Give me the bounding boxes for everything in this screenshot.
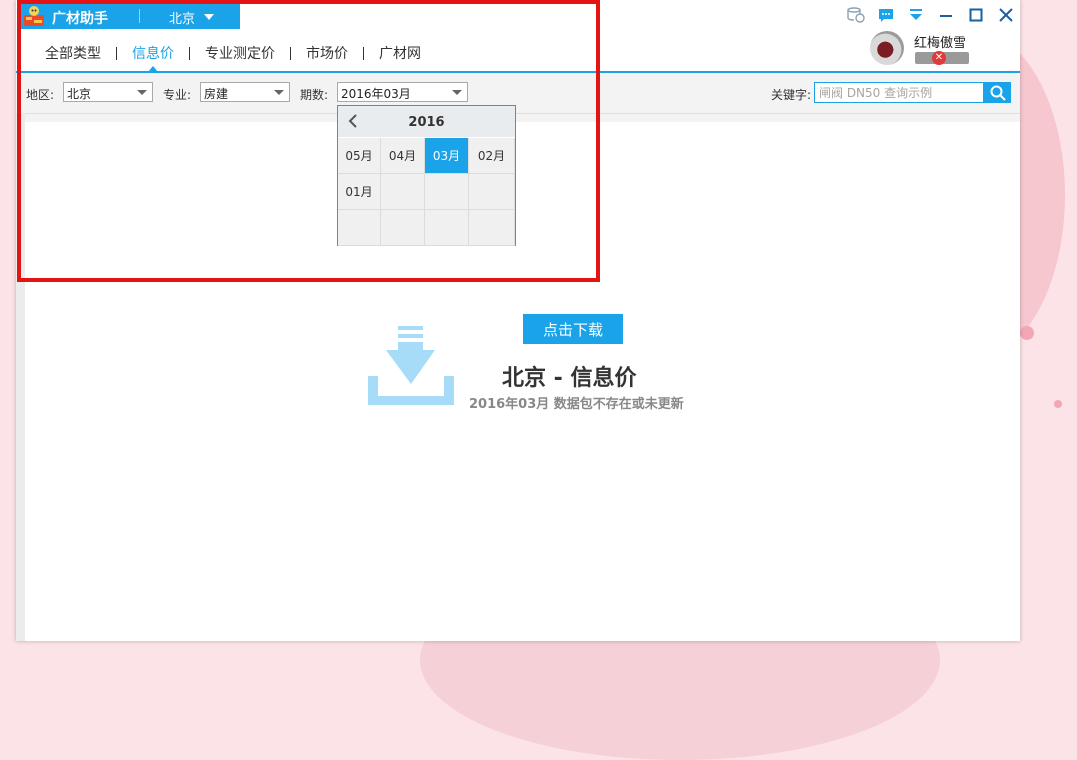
- app-logo-icon: [24, 6, 44, 26]
- app-badge: 广材助手 北京: [21, 3, 240, 29]
- month-cell-empty: [469, 210, 515, 246]
- month-cell-empty: [425, 210, 469, 246]
- chevron-down-icon: [452, 90, 462, 95]
- empty-state-subtitle: 2016年03月 数据包不存在或未更新: [469, 397, 684, 412]
- download-button[interactable]: 点击下载: [523, 314, 623, 344]
- picker-year: 2016: [408, 115, 445, 130]
- window-controls: [838, 6, 1018, 24]
- menu-dropdown-icon[interactable]: [904, 6, 928, 24]
- user-name[interactable]: 红梅傲雪: [914, 32, 966, 51]
- database-icon[interactable]: [844, 6, 868, 24]
- month-cell[interactable]: 02月: [469, 138, 515, 174]
- month-cell-empty: [381, 210, 425, 246]
- minimize-icon[interactable]: [934, 6, 958, 24]
- month-picker-header: 2016: [338, 106, 515, 137]
- background-dot: [1020, 326, 1034, 340]
- period-select[interactable]: 2016年03月: [337, 82, 468, 102]
- left-gutter: [16, 113, 25, 641]
- title-bar: 广材助手 北京 全部类型 信息价 专业测定价 市场价 广材网 红梅傲雪 ✕: [16, 0, 1020, 73]
- message-icon[interactable]: [874, 6, 898, 24]
- period-label: 期数:: [300, 88, 329, 102]
- nav-divider: [363, 46, 364, 60]
- status-badge: ✕: [915, 51, 969, 65]
- tab-label: 信息价: [132, 46, 174, 62]
- nav-divider: [189, 46, 190, 60]
- month-cell[interactable]: 01月: [338, 174, 381, 210]
- tab-info-price[interactable]: 信息价: [132, 43, 174, 72]
- search-input[interactable]: [814, 82, 984, 103]
- background-dot: [1054, 400, 1062, 408]
- search-icon: [990, 85, 1006, 101]
- month-cell[interactable]: 05月: [338, 138, 381, 174]
- tab-all-types[interactable]: 全部类型: [45, 43, 101, 63]
- app-name: 广材助手: [52, 11, 108, 27]
- month-cell[interactable]: 04月: [381, 138, 425, 174]
- offline-icon: ✕: [932, 51, 946, 65]
- empty-state-title: 北京 - 信息价: [502, 366, 637, 391]
- city-selector[interactable]: 北京: [169, 8, 195, 27]
- category-nav: 全部类型 信息价 专业测定价 市场价 广材网: [45, 43, 421, 72]
- keyword-label: 关键字:: [771, 88, 812, 102]
- specialty-label: 专业:: [163, 88, 192, 102]
- app-window: 广材助手 北京 全部类型 信息价 专业测定价 市场价 广材网 红梅傲雪 ✕ 地区…: [16, 0, 1020, 641]
- chevron-down-icon: [274, 90, 284, 95]
- specialty-select[interactable]: 房建: [200, 82, 290, 102]
- specialty-value: 房建: [204, 87, 229, 101]
- filter-bar: 地区: 北京 专业: 房建 期数: 2016年03月 关键字:: [16, 73, 1020, 114]
- month-cell-empty: [338, 210, 381, 246]
- maximize-icon[interactable]: [964, 6, 988, 24]
- search-button[interactable]: [984, 82, 1011, 103]
- nav-divider: [116, 46, 117, 60]
- region-value: 北京: [67, 87, 92, 101]
- month-cell-empty: [469, 174, 515, 210]
- close-icon[interactable]: [994, 6, 1018, 24]
- region-select[interactable]: 北京: [63, 82, 153, 102]
- month-grid: 05月 04月 03月 02月 01月: [338, 138, 515, 246]
- chevron-down-icon[interactable]: [204, 14, 214, 20]
- month-cell-empty: [381, 174, 425, 210]
- nav-divider: [290, 46, 291, 60]
- avatar[interactable]: [870, 31, 904, 65]
- month-cell-selected[interactable]: 03月: [425, 138, 469, 174]
- tab-market-price[interactable]: 市场价: [306, 43, 348, 63]
- chevron-down-icon: [137, 90, 147, 95]
- badge-divider: [139, 9, 140, 23]
- tab-professional-price[interactable]: 专业测定价: [205, 43, 275, 63]
- tab-guangcai-web[interactable]: 广材网: [379, 43, 421, 63]
- period-value: 2016年03月: [341, 87, 411, 101]
- month-cell-empty: [425, 174, 469, 210]
- download-icon: [368, 326, 454, 405]
- month-picker: 2016 05月 04月 03月 02月 01月: [337, 105, 516, 246]
- region-label: 地区:: [26, 88, 55, 102]
- content-top-strip: [25, 114, 1020, 122]
